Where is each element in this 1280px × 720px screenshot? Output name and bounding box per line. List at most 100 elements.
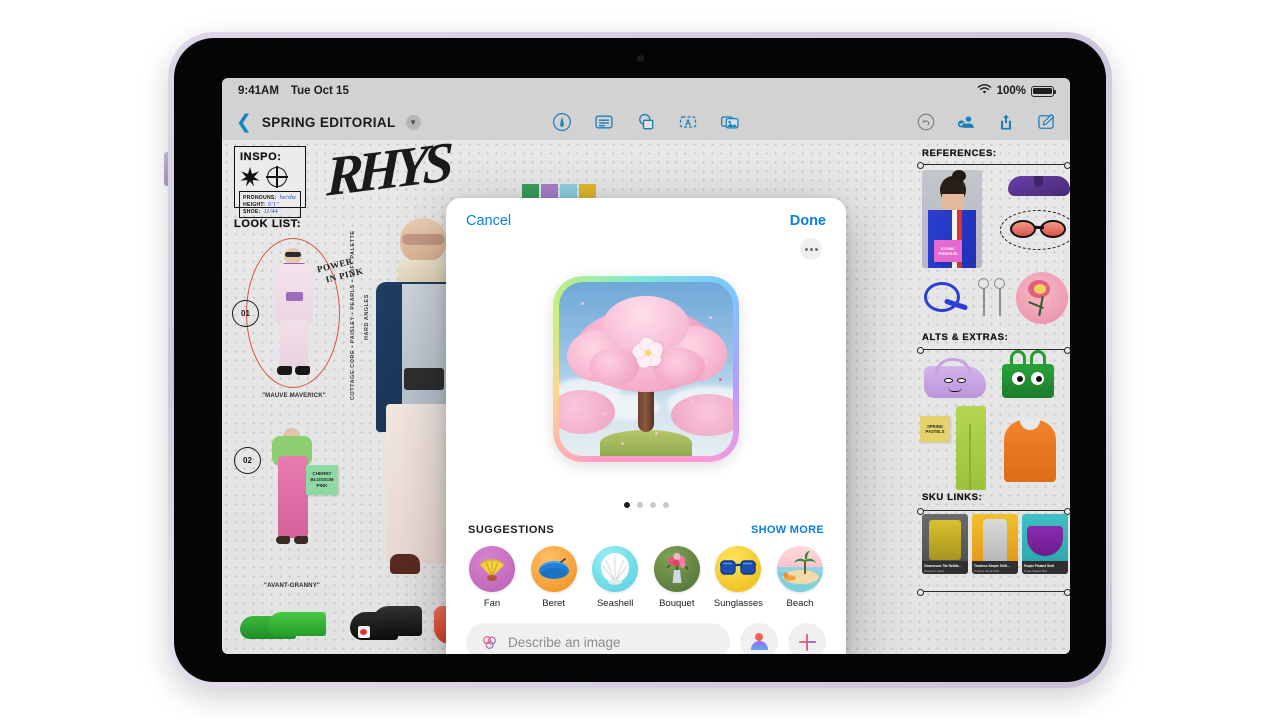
suggestion-beach[interactable]: Beach [776,546,824,609]
page-title: SPRING EDITORIAL [261,114,396,130]
image-page-dots[interactable] [446,494,846,516]
suggestion-label: Beach [786,598,814,609]
collaborate-icon[interactable] [956,112,976,132]
app-toolbar: ❮ SPRING EDITORIAL ▼ A [222,104,1070,140]
references-divider [917,161,1070,169]
blue-cable-photo [922,278,970,318]
toolbar-right-tools [916,112,1056,132]
media-photos-icon[interactable] [720,112,740,132]
page-dot-3[interactable] [649,502,656,508]
sku-title: Purple Pleated Skirt [1024,564,1055,568]
purple-visor-sunglasses-photo [1008,174,1070,202]
seashell-icon[interactable] [592,546,639,592]
text-note-icon[interactable] [594,112,614,132]
add-button[interactable] [788,623,826,654]
sticky-note-cherry-blossom: CHERRY BLOSSOM PINK [306,465,338,495]
person-button[interactable] [740,623,778,654]
device-bezel: 9:41AM Tue Oct 15 100% ❮ SPRING EDITORIA… [174,38,1106,682]
amber-oval-sunglasses-photo [1010,218,1068,240]
suggestions-header: SUGGESTIONS SHOW MORE [446,516,846,540]
green-loafers-photo [240,610,328,642]
pink-flower-circle-photo [1016,272,1068,324]
look-02-caption: "AVANT-GRANNY" [264,583,320,589]
image-playground-icon [480,633,499,652]
globe-icon [266,166,288,188]
sku-card[interactable]: Purple Pleated Skirt Purple Pleated Skir… [1022,514,1068,574]
undo-icon[interactable] [916,112,936,132]
hand-fan-icon[interactable] [469,546,515,592]
status-bar: 9:41AM Tue Oct 15 100% [222,78,1070,104]
sku-divider [917,507,1070,515]
sunglasses-icon[interactable] [715,546,762,592]
sticky-note-iconic-profile: ICONIC PROFILE! [934,240,962,262]
ellipsis-icon[interactable] [800,238,822,260]
cancel-button[interactable]: Cancel [466,213,511,229]
references-header: REFERENCES: [922,148,997,159]
shapes-icon[interactable] [636,112,656,132]
bouquet-icon[interactable] [653,546,700,592]
battery-percent-label: 100% [996,85,1026,97]
cherry-blossom-tree-image[interactable] [559,282,733,456]
person-icon [749,632,769,652]
sku-subtitle: Gossamer Jacket [924,570,945,573]
show-more-button[interactable]: SHOW MORE [751,524,824,536]
generated-image-frame[interactable] [553,276,739,462]
black-derby-shoes-photo [350,604,424,646]
sku-bottom-divider [917,588,1070,596]
sticky-note-spring-pastels: SPRING PASTELS [920,416,950,442]
markup-pen-icon[interactable] [552,112,572,132]
silver-earrings-photo [978,278,1008,318]
suggestion-sunglasses[interactable]: Sunglasses [713,546,763,609]
look-number-01: 01 [232,300,259,327]
wifi-icon [977,84,992,98]
ipad-screen: 9:41AM Tue Oct 15 100% ❮ SPRING EDITORIA… [222,78,1070,654]
look-01-caption: "MAUVE MAVERICK" [262,393,326,399]
suggestion-beret[interactable]: Beret [530,546,578,609]
look-list-header: LOOK LIST: [234,218,302,230]
suggestion-bouquet[interactable]: Bouquet [653,546,701,609]
sku-links-header: SKU LINKS: [922,492,983,503]
text-box-icon[interactable]: A [678,112,698,132]
alts-extras-header: ALTS & EXTRAS: [922,332,1009,343]
page-dot-2[interactable] [636,502,643,508]
suggestion-label: Sunglasses [713,598,763,609]
field-label: SHOE: [243,208,261,215]
beret-icon[interactable] [530,546,577,592]
suggestion-seashell[interactable]: Seashell [591,546,639,609]
field-label: PRONOUNS: [243,194,277,201]
field-value: he/she [279,194,297,201]
field-value: 6'1" [268,201,279,208]
sku-subtitle: Purple Pleated Skirt [1024,570,1047,573]
sku-card[interactable]: Charmeuse Tile Refinit... Gossamer Jacke… [922,514,968,574]
image-playground-modal[interactable]: Cancel Done SUGGESTIONS SHOW MORE Fan Be… [446,198,846,654]
suggestion-fan[interactable]: Fan [468,546,516,609]
share-icon[interactable] [996,112,1016,132]
vertical-label: COTTAGE CORE • PAISLEY • PEARLS • SOFT P… [350,230,356,400]
done-button[interactable]: Done [790,213,826,229]
suggestion-label: Seashell [596,598,634,609]
plus-icon [798,633,816,651]
look-number-02: 02 [234,447,261,474]
suggestion-label: Fan [483,598,501,609]
compose-icon[interactable] [1036,112,1056,132]
starburst-icon [240,167,260,187]
cherry-blossom-flower [629,334,665,370]
page-dot-4[interactable] [662,502,669,508]
svg-text:A: A [685,117,691,127]
page-dot-1[interactable] [623,502,630,508]
describe-image-input[interactable]: Describe an image [466,623,730,654]
toolbar-center-tools: A [552,112,740,132]
image-preview-stage [446,238,846,494]
status-time: 9:41AM [238,85,279,97]
sku-subtitle: Timeless Simple Shift [974,570,999,573]
inspo-card: INSPO: PRONOUNS: he/she HEIGHT: 6'1" SHO… [234,146,306,218]
moodboard-canvas[interactable]: INSPO: PRONOUNS: he/she HEIGHT: 6'1" SHO… [222,140,1070,654]
beach-icon[interactable] [776,546,823,592]
inspo-header: INSPO: [240,151,282,163]
signature-scribble: RHYS [325,140,449,209]
suggestions-title: SUGGESTIONS [468,524,555,536]
orange-tank-top-photo [1004,418,1056,482]
chevron-left-icon[interactable]: ❮ [236,113,252,132]
chevron-down-icon[interactable]: ▼ [405,114,421,130]
sku-card[interactable]: Timeless Simple Shift... Timeless Simple… [972,514,1018,574]
